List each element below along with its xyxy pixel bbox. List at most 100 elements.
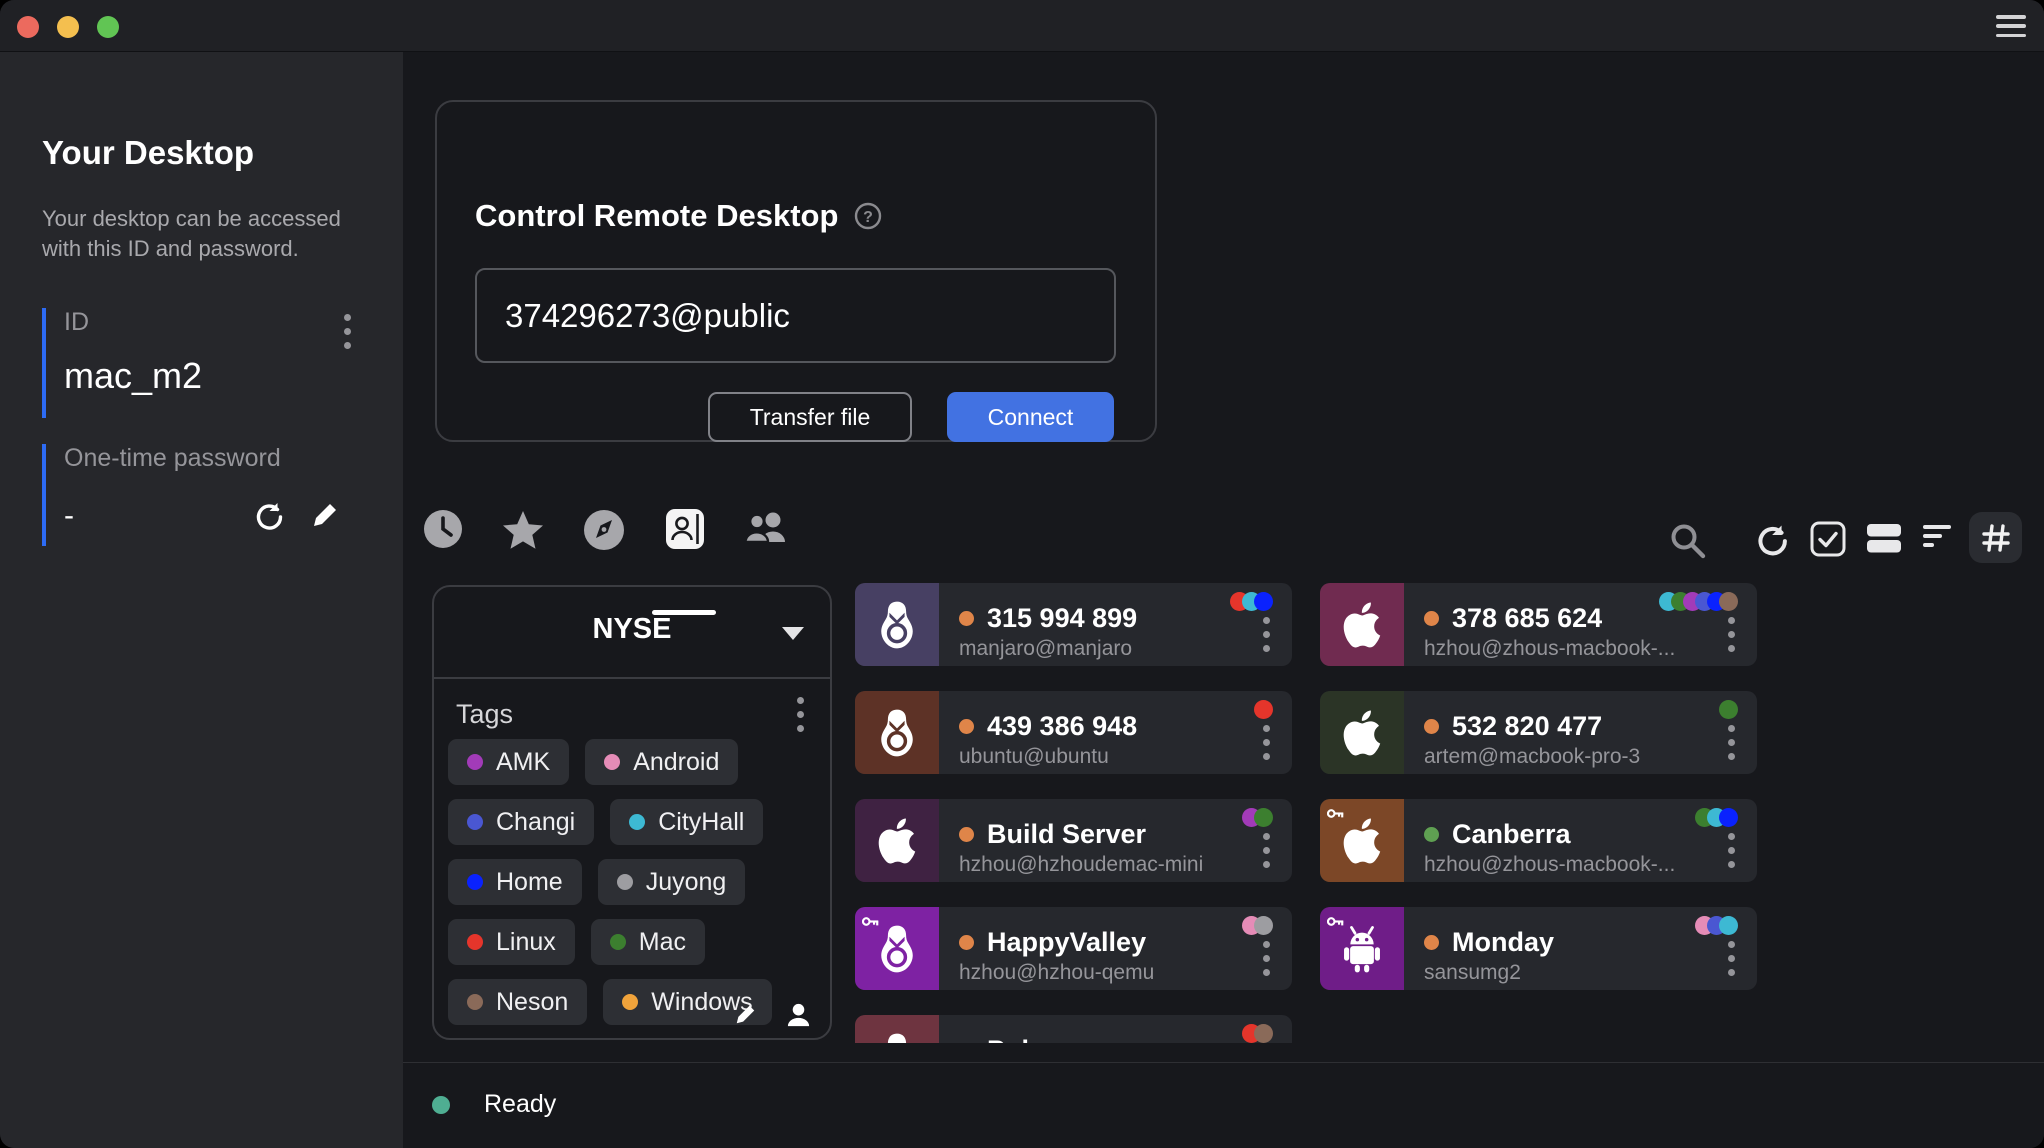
connection-status-icon [432,1096,450,1114]
connect-button[interactable]: Connect [947,392,1114,442]
tag-color-dot [467,814,483,830]
tag-color-dot [467,994,483,1010]
peer-card[interactable]: 532 820 477artem@macbook-pro-3 [1320,691,1757,774]
address-book-panel: NYSE Tags AMKAndroidChangiCityHallHomeJu… [432,585,832,1040]
help-icon[interactable]: ? [854,202,882,230]
edit-password-icon[interactable] [308,498,342,532]
peer-status-dot [1424,611,1439,626]
tag-color-dot [629,814,645,830]
statusbar-divider [403,1062,2044,1063]
peer-menu-button[interactable] [1724,937,1739,980]
peer-name: Build Server [987,819,1146,850]
peer-card[interactable]: Mondaysansumg2 [1320,907,1757,990]
svg-text:?: ? [864,209,874,226]
peer-menu-button[interactable] [1259,721,1274,764]
remote-id-input[interactable] [475,268,1116,363]
peer-title-row: 378 685 624 [1424,603,1602,634]
tag-chip[interactable]: Neson [448,979,587,1025]
tag-color-dot [610,934,626,950]
peer-name: 315 994 899 [987,603,1137,634]
peer-card[interactable]: 315 994 899manjaro@manjaro [855,583,1292,666]
person-icon[interactable] [785,1001,812,1028]
maximize-window-button[interactable] [97,16,119,38]
tux-logo-icon [855,907,939,990]
tag-color-dot [617,874,633,890]
toolbar-grid-view-button[interactable] [1969,512,2022,563]
apple-logo-icon [1320,583,1404,666]
peer-menu-button[interactable] [1724,613,1739,656]
device-id-block: ID mac_m2 [42,308,372,418]
peer-card[interactable]: Canberrahzhou@zhous-macbook-... [1320,799,1757,882]
toolbar-select-button[interactable] [1809,520,1847,563]
tag-chip[interactable]: AMK [448,739,569,785]
apple-logo-icon [1320,691,1404,774]
tag-chip[interactable]: Linux [448,919,575,965]
peer-menu-button[interactable] [1259,613,1274,656]
tag-label: Neson [496,988,568,1017]
tux-logo-icon [855,583,939,666]
refresh-password-icon[interactable] [250,498,286,534]
tag-chip[interactable]: Mac [591,919,705,965]
tag-chip[interactable]: Juyong [598,859,746,905]
toolbar-refresh-button[interactable] [1751,520,1791,565]
tag-color-dot [1719,592,1738,611]
peer-menu-button[interactable] [1259,937,1274,980]
peer-status-dot [1424,719,1439,734]
minimize-window-button[interactable] [57,16,79,38]
tag-color-dot [1254,592,1273,611]
peer-subtitle: hzhou@zhous-macbook-... [1424,853,1675,877]
peer-title-row: 439 386 948 [959,711,1137,742]
toolbar-card-view-button[interactable] [1865,520,1903,561]
sidebar: Your Desktop Your desktop can be accesse… [0,52,403,1148]
peer-title-row: 315 994 899 [959,603,1137,634]
toolbar-search-button[interactable] [1667,520,1709,567]
hamburger-menu-icon[interactable] [1996,15,2026,37]
tag-color-dot [1254,1024,1273,1043]
tag-color-dot [467,754,483,770]
peer-menu-button[interactable] [1724,829,1739,872]
peer-subtitle: hzhou@zhous-macbook-... [1424,637,1675,661]
tab-favorites[interactable] [495,508,551,584]
apple-logo-icon [855,799,939,882]
tab-group[interactable] [739,508,795,584]
device-id-menu-button[interactable] [340,310,355,353]
pencil-icon[interactable] [732,1001,759,1028]
peer-card[interactable]: Pulau [855,1015,1292,1043]
peer-name: Monday [1452,927,1554,958]
peer-menu-button[interactable] [1259,829,1274,872]
tag-chip[interactable]: CityHall [610,799,763,845]
peer-tag-dots [1237,592,1273,611]
tag-chip[interactable]: Changi [448,799,594,845]
tags-menu-button[interactable] [793,693,808,736]
address-book-dropdown[interactable]: NYSE [434,587,830,679]
tab-address-book[interactable] [657,508,713,584]
tag-color-dot [467,874,483,890]
peer-menu-button[interactable] [1724,721,1739,764]
peer-status-dot [959,827,974,842]
transfer-file-button[interactable]: Transfer file [708,392,912,442]
connect-card: Control Remote Desktop ? Transfer file C… [435,100,1157,442]
tab-discovered[interactable] [576,508,632,584]
peer-tag-dots [1726,700,1738,719]
tag-color-dot [1254,808,1273,827]
tag-color-dot [1254,916,1273,935]
peer-card[interactable]: 439 386 948 ubuntu@ubuntu [855,691,1292,774]
peer-card[interactable]: 378 685 624 hzhou@zhous-macbook-... [1320,583,1757,666]
tags-list: AMK Android Changi CityHall Home Juyong Linux M… [448,739,828,1025]
tag-chip[interactable]: Android [585,739,738,785]
close-window-button[interactable] [17,16,39,38]
peer-name: Pulau [987,1035,1061,1043]
peer-card[interactable]: Build Serverhzhou@hzhoudemac-mini [855,799,1292,882]
peer-subtitle: ubuntu@ubuntu [959,745,1109,769]
tag-chip[interactable]: Home [448,859,582,905]
peer-tag-dots [1249,808,1273,827]
sidebar-title: Your Desktop [42,134,254,172]
android-logo-icon [1320,907,1404,990]
toolbar-sort-button[interactable] [1921,520,1957,557]
peer-tag-dots [1249,916,1273,935]
peer-name: 378 685 624 [1452,603,1602,634]
tag-label: Changi [496,808,575,837]
sidebar-description: Your desktop can be accessed with this I… [42,204,342,264]
tab-recent-sessions[interactable] [415,508,471,584]
peer-card[interactable]: HappyValleyhzhou@hzhou-qemu [855,907,1292,990]
